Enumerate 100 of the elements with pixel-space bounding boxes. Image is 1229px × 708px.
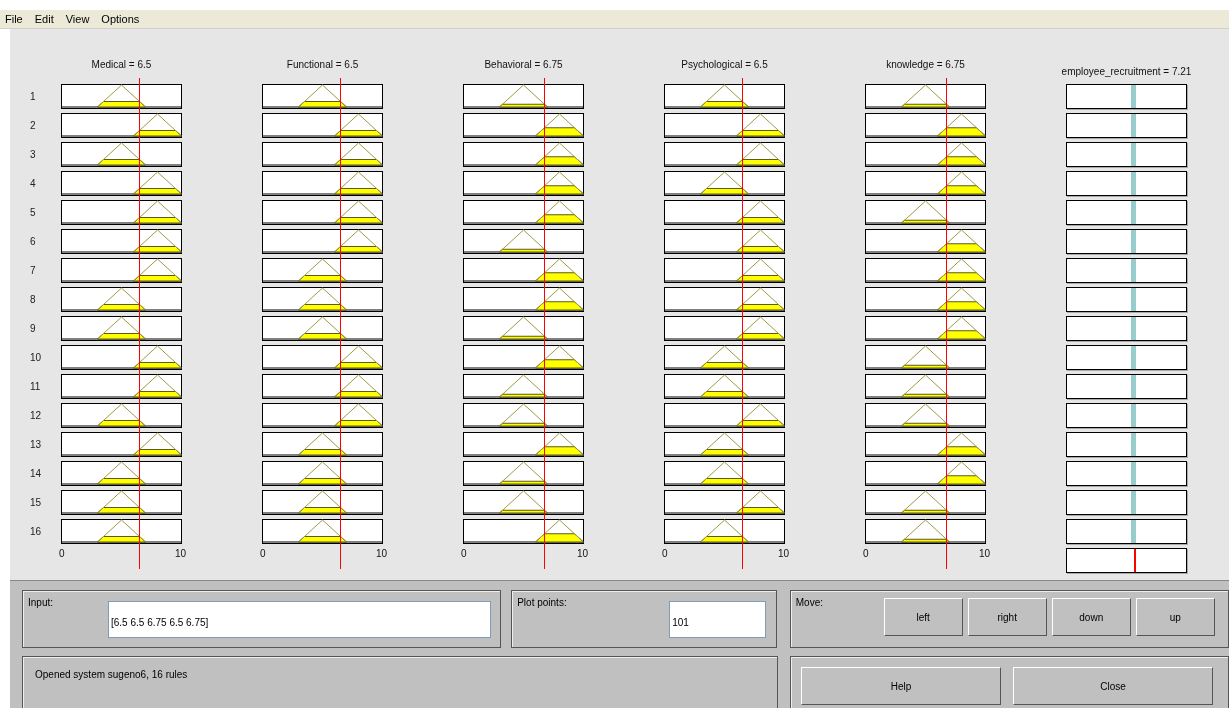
membership-fill — [97, 478, 146, 485]
membership-fill — [133, 362, 182, 369]
move-button[interactable]: left — [883, 598, 963, 636]
menu-item[interactable]: Edit — [34, 13, 54, 25]
input-value-line[interactable] — [139, 78, 140, 569]
plot-points-field[interactable]: 101 — [669, 601, 767, 638]
panel-label: Input: — [28, 597, 54, 608]
output-bar — [1130, 462, 1136, 485]
rule-number: 6 — [29, 235, 37, 249]
output-bar — [1130, 404, 1136, 427]
move-button[interactable]: right — [967, 598, 1047, 636]
axis-label: 10 — [978, 548, 990, 559]
membership-fill — [700, 362, 749, 369]
rule-number: 14 — [29, 467, 43, 481]
rule-number: 13 — [29, 438, 43, 452]
membership-fill — [298, 304, 347, 311]
membership-fill — [97, 420, 146, 427]
move-button[interactable]: up — [1135, 598, 1215, 636]
axis-label: 0 — [662, 548, 668, 559]
rule-number: 11 — [29, 380, 42, 394]
close-button[interactable]: Close — [1013, 667, 1214, 705]
menu-item[interactable]: File — [5, 13, 23, 25]
membership-fill — [334, 362, 383, 369]
membership-fill — [97, 507, 146, 514]
membership-fill — [700, 391, 749, 398]
rule-number: 9 — [29, 322, 37, 336]
axis-label: 10 — [777, 548, 789, 559]
axis-label: 0 — [461, 548, 467, 559]
axis-label: 10 — [576, 548, 588, 559]
output-bar — [1130, 346, 1136, 369]
membership-fill — [133, 130, 182, 137]
membership-fill — [937, 446, 986, 456]
membership-fill — [901, 364, 950, 369]
membership-fill — [937, 127, 986, 137]
membership-fill — [937, 475, 986, 485]
input-value-line[interactable] — [946, 78, 947, 569]
membership-fill — [937, 185, 986, 195]
output-bar — [1130, 288, 1136, 311]
membership-fill — [535, 214, 584, 224]
membership-fill — [298, 536, 347, 543]
membership-fill — [133, 217, 182, 224]
membership-fill — [97, 536, 146, 543]
output-value-line — [1133, 549, 1136, 572]
membership-fill — [499, 248, 548, 253]
membership-fill — [736, 304, 785, 311]
output-bar — [1130, 433, 1136, 456]
membership-fill — [901, 538, 950, 543]
variable-title: Functional = 6.5 — [286, 59, 359, 70]
input-value-line[interactable] — [742, 78, 743, 569]
output-bar — [1130, 259, 1136, 282]
membership-fill — [535, 301, 584, 311]
rule-number: 8 — [29, 293, 37, 307]
membership-fill — [901, 509, 950, 514]
move-button[interactable]: down — [1051, 598, 1131, 636]
output-bar — [1130, 317, 1136, 340]
membership-fill — [97, 101, 146, 108]
membership-fill — [700, 449, 749, 456]
membership-fill — [700, 101, 749, 108]
membership-fill — [133, 391, 182, 398]
membership-fill — [334, 391, 383, 398]
panel-label: Move: — [795, 597, 823, 608]
membership-fill — [334, 159, 383, 166]
membership-fill — [937, 272, 986, 282]
membership-fill — [535, 185, 584, 195]
membership-fill — [736, 507, 785, 514]
output-bar — [1130, 172, 1136, 195]
membership-fill — [937, 243, 986, 253]
membership-fill — [97, 304, 146, 311]
membership-fill — [298, 507, 347, 514]
membership-fill — [499, 103, 548, 108]
output-bar — [1130, 143, 1136, 166]
membership-fill — [700, 478, 749, 485]
output-bar — [1130, 85, 1136, 108]
input-field[interactable]: [6.5 6.5 6.75 6.5 6.75] — [108, 601, 491, 638]
membership-fill — [535, 533, 584, 543]
membership-fill — [499, 393, 548, 398]
help-button[interactable]: Help — [801, 667, 1002, 705]
output-bar — [1130, 491, 1136, 514]
membership-fill — [97, 333, 146, 340]
membership-fill — [499, 509, 548, 514]
axis-label: 0 — [863, 548, 869, 559]
menu-item[interactable]: View — [65, 13, 90, 25]
axis-label: 0 — [59, 548, 65, 559]
membership-fill — [535, 127, 584, 137]
membership-fill — [133, 275, 182, 282]
input-value-line[interactable] — [340, 78, 341, 569]
membership-fill — [499, 480, 548, 485]
menu-item[interactable]: Options — [101, 13, 140, 25]
rule-number: 16 — [29, 525, 43, 539]
membership-fill — [700, 536, 749, 543]
input-value-line[interactable] — [544, 78, 545, 569]
rule-number: 5 — [29, 206, 37, 220]
membership-fill — [499, 422, 548, 427]
membership-fill — [901, 393, 950, 398]
rule-number: 15 — [29, 496, 43, 510]
membership-fill — [937, 301, 986, 311]
membership-fill — [298, 333, 347, 340]
membership-fill — [901, 219, 950, 224]
output-bar — [1130, 201, 1136, 224]
output-bar — [1130, 114, 1136, 137]
